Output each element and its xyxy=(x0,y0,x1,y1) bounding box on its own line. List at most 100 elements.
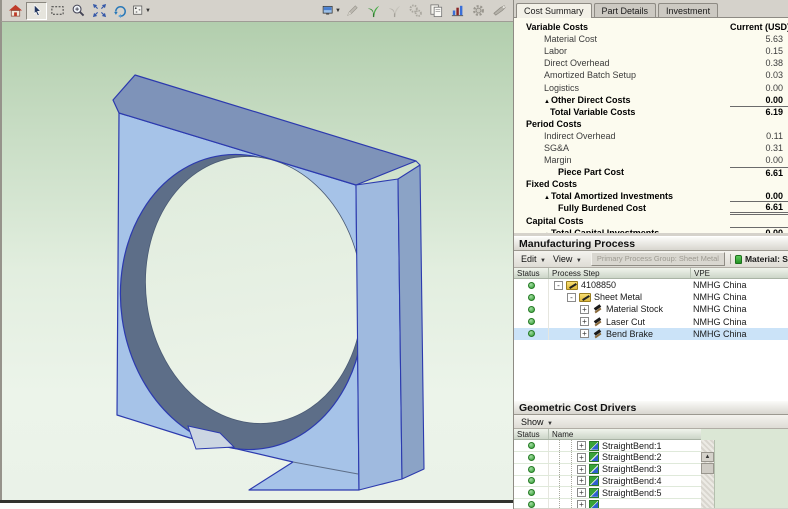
tree-guide-line xyxy=(559,452,560,463)
cost-row: Fully Burdened Cost6.61 xyxy=(514,202,788,214)
process-step-row[interactable]: +Laser CutNMHG China xyxy=(514,316,788,328)
tree-expander[interactable]: - xyxy=(554,281,563,290)
straight-bend-icon xyxy=(589,464,599,474)
gcd-name-cell: +StraightBend:3 xyxy=(549,464,701,475)
fit-view-icon[interactable] xyxy=(89,2,110,20)
cost-scenario-icon[interactable] xyxy=(363,2,384,20)
scrollbar-thumb[interactable] xyxy=(701,463,714,474)
home-icon[interactable] xyxy=(5,2,26,20)
process-group-icon xyxy=(579,293,591,302)
cost-row: Total Variable Costs6.19 xyxy=(514,106,788,118)
sheet-metal-part-3d xyxy=(2,22,515,500)
tree-expander[interactable]: - xyxy=(567,293,576,302)
cost-row-label: Fixed Costs xyxy=(514,179,730,189)
tree-expander[interactable]: + xyxy=(580,329,589,338)
gcd-row[interactable]: +StraightBend:5 xyxy=(514,487,701,499)
process-step-label: 4108850 xyxy=(581,280,616,290)
vertical-scrollbar[interactable]: ▲ xyxy=(701,440,714,508)
marquee-select-icon[interactable] xyxy=(47,2,68,20)
edit-menu[interactable]: Edit ▼ xyxy=(521,254,546,264)
cost-row: Margin0.00 xyxy=(514,154,788,166)
primary-process-group-button[interactable]: Primary Process Group: Sheet Metal xyxy=(591,252,725,266)
manufacturing-process-toolbar: Edit ▼ View ▼ Primary Process Group: She… xyxy=(514,251,788,268)
process-group-icon xyxy=(566,281,578,290)
cost-row-value: 5.63 xyxy=(730,34,788,44)
scroll-up-button[interactable]: ▲ xyxy=(701,452,714,462)
process-step-row[interactable]: -Sheet MetalNMHG China xyxy=(514,291,788,303)
status-cell xyxy=(514,487,549,498)
vpe-cell: NMHG China xyxy=(690,329,788,339)
tree-expander[interactable]: + xyxy=(577,465,586,474)
chart-icon[interactable] xyxy=(447,2,468,20)
gcd-name-cell: +StraightBend:1 xyxy=(549,440,701,451)
status-ok-icon xyxy=(528,501,535,508)
tree-expander[interactable]: + xyxy=(577,441,586,450)
cost-row-value: 0.15 xyxy=(730,46,788,56)
gcd-row[interactable]: + xyxy=(514,499,701,508)
settings-gear-icon[interactable] xyxy=(468,2,489,20)
collapse-arrow-icon[interactable]: ▲ xyxy=(544,232,550,233)
process-step-row[interactable]: -4108850NMHG China xyxy=(514,279,788,291)
gcd-row[interactable]: +StraightBend:3 xyxy=(514,464,701,476)
cost-row-label: Period Costs xyxy=(514,119,730,129)
view-options-icon[interactable]: ▼ xyxy=(131,2,152,20)
cost-row: Fixed Costs xyxy=(514,178,788,190)
tree-expander[interactable]: + xyxy=(577,500,586,508)
cost-row-value: 0.00 xyxy=(730,83,788,93)
tree-guide-line xyxy=(571,440,572,451)
collapse-arrow-icon[interactable]: ▲ xyxy=(544,195,550,201)
tree-expander[interactable]: + xyxy=(577,488,586,497)
zoom-icon[interactable] xyxy=(68,2,89,20)
part-right-flange-front xyxy=(356,179,402,490)
select-cursor-icon[interactable] xyxy=(26,2,47,20)
material-label[interactable]: Material: Steel- HR- 1 xyxy=(730,254,788,264)
view-options-dropdown-arrow[interactable]: ▼ xyxy=(145,8,151,14)
cost-row-value: 0.00 xyxy=(730,95,788,105)
tree-expander[interactable]: + xyxy=(580,317,589,326)
gcd-name-cell: + xyxy=(549,499,701,508)
status-cell xyxy=(514,452,549,463)
cost-row-label: Piece Part Cost xyxy=(514,167,730,177)
tab-investment[interactable]: Investment xyxy=(658,3,718,17)
cost-disabled-icon[interactable] xyxy=(384,2,405,20)
status-cell xyxy=(514,499,549,508)
geometric-cost-drivers-header: Status Name xyxy=(514,429,701,440)
cost-row-label: Labor xyxy=(514,46,730,56)
gcd-row[interactable]: +StraightBend:1 xyxy=(514,440,701,452)
vpe-cell: NMHG China xyxy=(690,292,788,302)
tab-cost-summary[interactable]: Cost Summary xyxy=(516,3,592,18)
tree-expander[interactable]: + xyxy=(577,453,586,462)
status-cell xyxy=(514,303,549,315)
show-menu[interactable]: Show ▼ xyxy=(521,417,553,427)
copy-scenario-icon[interactable] xyxy=(426,2,447,20)
machines-icon[interactable] xyxy=(405,2,426,20)
column-header-status[interactable]: Status xyxy=(514,429,549,439)
snapshot-dropdown-arrow[interactable]: ▼ xyxy=(335,8,341,14)
cost-row: ▲Total Capital Investments0.00 xyxy=(514,227,788,233)
column-header-name[interactable]: Name xyxy=(549,429,701,439)
tree-guide-line xyxy=(571,476,572,487)
cost-row-label: Amortized Batch Setup xyxy=(514,70,730,80)
view-menu[interactable]: View ▼ xyxy=(553,254,582,264)
3d-viewport[interactable] xyxy=(0,22,513,500)
gcd-row[interactable]: +StraightBend:4 xyxy=(514,476,701,488)
cost-row: Labor0.15 xyxy=(514,45,788,57)
status-ok-icon xyxy=(528,330,535,337)
column-header-process-step[interactable]: Process Step xyxy=(549,268,691,278)
process-step-cell: -Sheet Metal xyxy=(549,291,690,303)
cost-row-label: Logistics xyxy=(514,83,730,93)
tree-guide-line xyxy=(571,452,572,463)
tab-part-details[interactable]: Part Details xyxy=(594,3,657,17)
snapshot-icon[interactable]: ▼ xyxy=(321,2,342,20)
rotate-view-icon[interactable] xyxy=(110,2,131,20)
tree-expander[interactable]: + xyxy=(577,476,586,485)
edit-scenario-icon[interactable] xyxy=(342,2,363,20)
process-step-row[interactable]: +Bend BrakeNMHG China xyxy=(514,328,788,340)
tree-expander[interactable]: + xyxy=(580,305,589,314)
column-header-status[interactable]: Status xyxy=(514,268,549,278)
column-header-vpe[interactable]: VPE xyxy=(691,268,788,278)
collapse-arrow-icon[interactable]: ▲ xyxy=(544,99,550,105)
process-step-row[interactable]: +Material StockNMHG China xyxy=(514,303,788,315)
design-tool-icon[interactable] xyxy=(489,2,510,20)
gcd-row[interactable]: +StraightBend:2 xyxy=(514,452,701,464)
